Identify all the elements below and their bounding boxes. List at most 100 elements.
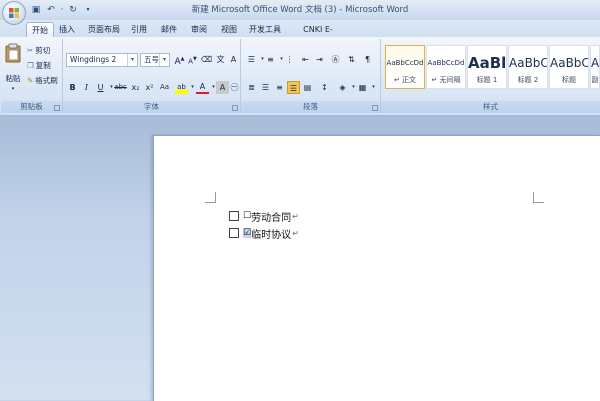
strikethrough-button[interactable]: abc <box>114 81 127 94</box>
paragraph-mark: ↵ <box>292 211 299 221</box>
paragraph-group-label: 段落 <box>241 101 380 113</box>
office-logo-icon <box>9 8 19 18</box>
tab-references[interactable]: 引用 <box>128 22 150 38</box>
style-name: 副 <box>591 76 599 84</box>
style-title[interactable]: AaBbC 标题 <box>549 45 589 89</box>
tab-mailings[interactable]: 邮件 <box>158 22 180 38</box>
align-right-icon[interactable]: ≡ <box>273 81 286 94</box>
copy-button[interactable]: ❐ 复制 <box>27 60 51 71</box>
change-case-button[interactable]: Aa <box>158 81 171 94</box>
paragraph-mark: ↵ <box>292 228 299 238</box>
increase-indent-icon[interactable]: ⇥ <box>313 53 326 66</box>
font-group-label: 字体 <box>63 101 240 113</box>
style-name: 标题 <box>562 76 576 84</box>
paragraph-launcher-icon[interactable] <box>372 105 378 111</box>
font-launcher-icon[interactable] <box>232 105 238 111</box>
font-size-value: 五号 <box>144 55 159 64</box>
style-name: ↵ 无间隔 <box>431 76 461 84</box>
paragraph-group: ☰ ▾ ≡ ▾ ⋮ ⇤ ⇥ Ⓐ ⇅ ¶ ≣ ☰ ≡ ☰ ▤ ↕ ◈ ▾ ▦ ▾ … <box>241 39 381 113</box>
document-line[interactable]: ☐ 劳动合同 ↵ <box>229 209 299 224</box>
superscript-button[interactable]: x² <box>143 81 156 94</box>
sort-icon[interactable]: ⇅ <box>345 53 358 66</box>
quick-access-toolbar: ▣ ↶ · ↻ ▾ <box>30 3 94 17</box>
document-line[interactable]: ☑ 临时协议 ↵ <box>229 226 299 241</box>
line-text: 劳动合同 <box>251 212 292 224</box>
style-name: 标题 2 <box>517 76 539 84</box>
styles-group-label: 样式 <box>381 101 600 113</box>
tab-review[interactable]: 审阅 <box>188 22 210 38</box>
grow-font-button[interactable]: A▲ <box>173 53 186 67</box>
crop-mark-top-right <box>533 192 544 203</box>
clipboard-launcher-icon[interactable] <box>54 105 60 111</box>
chinese-layout-icon[interactable]: Ⓐ <box>329 53 342 66</box>
office-button[interactable] <box>2 1 26 25</box>
line-text: 临时协议 <box>251 229 292 241</box>
baidu-jingyan-watermark: Bai 经验 jingyan.baidu.com <box>458 333 598 393</box>
tab-home[interactable]: 开始 <box>26 22 54 38</box>
undo-icon[interactable]: ↶ <box>45 4 57 16</box>
clipboard-group-label: 剪贴板 <box>1 101 62 113</box>
checkbox-glyph: ☐ <box>243 211 252 221</box>
style-no-spacing[interactable]: AaBbCcDd ↵ 无间隔 <box>426 45 466 89</box>
title-bar: 新建 Microsoft Office Word 文档 (3) - Micros… <box>0 0 600 21</box>
distributed-icon[interactable]: ▤ <box>301 81 314 94</box>
tab-view[interactable]: 视图 <box>218 22 240 38</box>
watermark-site: jingyan.baidu.com <box>460 371 544 381</box>
paste-button[interactable]: 粘贴 ▾ <box>4 43 22 92</box>
style-normal[interactable]: AaBbCcDd ↵ 正文 <box>385 45 425 89</box>
redo-icon[interactable]: ↻ <box>67 4 79 16</box>
cut-button[interactable]: ✂ 剪切 <box>27 45 50 56</box>
shrink-font-button[interactable]: A▼ <box>186 53 199 66</box>
checkbox-icon[interactable] <box>229 228 239 238</box>
style-subtitle[interactable]: AaB 副 <box>590 45 600 89</box>
bold-button[interactable]: B <box>66 81 79 94</box>
decrease-indent-icon[interactable]: ⇤ <box>299 53 312 66</box>
format-painter-button[interactable]: ✎ 格式刷 <box>27 75 58 86</box>
font-size-combo[interactable]: 五号 ▾ <box>140 53 170 67</box>
crop-mark-top-left <box>205 192 216 203</box>
style-heading-1[interactable]: AaBl 标题 1 <box>467 45 507 89</box>
watermark-brand: Bai <box>458 333 501 361</box>
character-border-icon[interactable]: A <box>227 53 240 66</box>
align-left-icon[interactable]: ≣ <box>245 81 258 94</box>
tab-insert[interactable]: 插入 <box>56 22 78 38</box>
watermark-brand-suffix: 经验 <box>534 337 574 361</box>
enclose-character-icon[interactable]: ㊀ <box>228 81 241 94</box>
chevron-down-icon[interactable]: ▾ <box>127 54 137 66</box>
checkbox-icon[interactable] <box>229 211 239 221</box>
format-painter-label: 格式刷 <box>35 76 58 85</box>
scissors-icon: ✂ <box>27 46 34 55</box>
justify-icon[interactable]: ☰ <box>287 81 300 94</box>
clear-formatting-icon[interactable]: ⌫ <box>200 53 213 66</box>
ribbon: 粘贴 ▾ ✂ 剪切 ❐ 复制 ✎ 格式刷 剪贴板 Wingdings 2 ▾ 五… <box>0 37 600 116</box>
styles-group: AaBbCcDd ↵ 正文 AaBbCcDd ↵ 无间隔 AaBl 标题 1 A… <box>381 39 600 113</box>
paw-icon <box>509 335 530 353</box>
font-name-combo[interactable]: Wingdings 2 ▾ <box>66 53 138 67</box>
save-icon[interactable]: ▣ <box>30 4 42 16</box>
tab-developer[interactable]: 开发工具 <box>247 22 283 38</box>
customize-qat-icon[interactable]: ▾ <box>82 4 94 16</box>
line-spacing-icon[interactable]: ↕ <box>318 81 331 94</box>
clipboard-group: 粘贴 ▾ ✂ 剪切 ❐ 复制 ✎ 格式刷 剪贴板 <box>1 39 63 113</box>
chevron-down-icon[interactable]: ▾ <box>367 81 380 94</box>
italic-button[interactable]: I <box>80 81 93 94</box>
style-heading-2[interactable]: AaBbC 标题 2 <box>508 45 548 89</box>
align-center-icon[interactable]: ☰ <box>259 81 272 94</box>
chevron-down-icon[interactable]: ▾ <box>159 54 169 66</box>
multilevel-list-icon[interactable]: ⋮ <box>283 53 296 66</box>
show-marks-icon[interactable]: ¶ <box>361 53 374 66</box>
font-name-value: Wingdings 2 <box>70 55 117 64</box>
style-sample: AaB <box>591 56 599 70</box>
tab-cnki-estudy[interactable]: CNKI E-Study <box>292 22 344 50</box>
font-group: Wingdings 2 ▾ 五号 ▾ A▲ A▼ ⌫ 文 A B I U ▾ a… <box>63 39 241 113</box>
tab-page-layout[interactable]: 页面布局 <box>86 22 122 38</box>
style-name: 标题 1 <box>476 76 498 84</box>
style-sample: AaBbCcDd <box>427 59 465 67</box>
cut-label: 剪切 <box>35 46 51 55</box>
checkbox-glyph: ☑ <box>243 228 252 238</box>
paste-label: 粘贴 <box>5 74 21 83</box>
separator: · <box>60 5 64 15</box>
subscript-button[interactable]: x₂ <box>129 81 142 94</box>
phonetic-guide-icon[interactable]: 文 <box>214 53 227 66</box>
style-name: ↵ 正文 <box>393 76 417 84</box>
